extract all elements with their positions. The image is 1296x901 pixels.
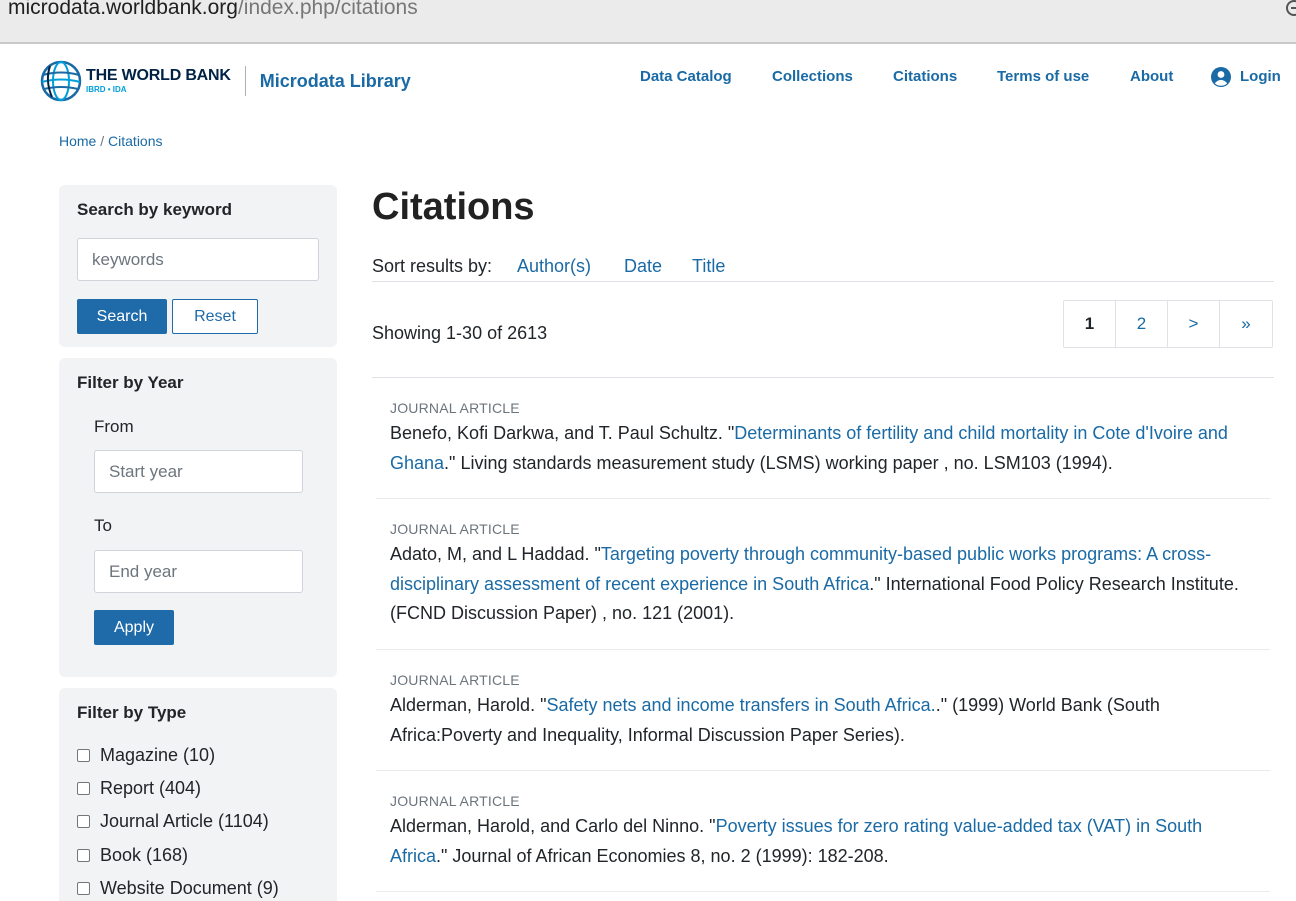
browser-address-bar[interactable]: microdata.worldbank.org/index.php/citati… — [0, 0, 1296, 44]
keyword-search-panel: Search by keyword keywords Search Reset — [59, 185, 337, 347]
page-title: Citations — [372, 186, 535, 228]
nav-login[interactable]: Login — [1240, 68, 1281, 85]
checkbox[interactable] — [77, 748, 90, 762]
type-filter-report[interactable]: Report (404) — [77, 777, 201, 799]
user-icon[interactable] — [1211, 67, 1231, 87]
main-nav: Data Catalog Collections Citations Terms… — [0, 67, 1296, 88]
citation-title-link[interactable]: Safety nets and income transfers in Sout… — [546, 695, 935, 715]
url-path: /index.php/citations — [237, 0, 418, 19]
citation-separator — [376, 770, 1270, 771]
citation-type: JOURNAL ARTICLE — [390, 793, 520, 809]
keyword-input[interactable]: keywords — [77, 238, 319, 281]
type-filter-website-document[interactable]: Website Document (9) — [77, 877, 279, 899]
breadcrumb-separator: / — [100, 133, 105, 149]
type-filter-magazine[interactable]: Magazine (10) — [77, 744, 215, 766]
citation-type: JOURNAL ARTICLE — [390, 400, 520, 416]
type-filter-label: Journal Article (1104) — [100, 810, 269, 831]
checkbox[interactable] — [77, 781, 90, 795]
start-year-input[interactable]: Start year — [94, 450, 303, 493]
sort-label: Sort results by: — [372, 256, 493, 276]
zoom-icon[interactable] — [1286, 0, 1296, 16]
sort-by-title[interactable]: Title — [692, 256, 725, 277]
page-1[interactable]: 1 — [1064, 301, 1116, 347]
citation-authors: Benefo, Kofi Darkwa, and T. Paul Schultz… — [390, 423, 735, 443]
citation-authors: Adato, M, and L Haddad. " — [390, 544, 601, 564]
breadcrumb: Home / Citations — [59, 133, 163, 149]
nav-terms-of-use[interactable]: Terms of use — [997, 68, 1089, 85]
citation-type: JOURNAL ARTICLE — [390, 672, 520, 688]
checkbox[interactable] — [77, 848, 90, 862]
type-filter-label: Book (168) — [100, 844, 189, 865]
divider — [372, 281, 1274, 282]
sort-row: Sort results by: Author(s) Date Title — [372, 256, 725, 277]
year-panel-title: Filter by Year — [77, 373, 184, 392]
citation-details: ." Living standards measurement study (L… — [444, 452, 1113, 473]
page-2[interactable]: 2 — [1116, 301, 1168, 347]
results-count: Showing 1-30 of 2613 — [372, 323, 548, 343]
breadcrumb-current[interactable]: Citations — [108, 133, 162, 149]
type-filter-label: Website Document (9) — [100, 877, 279, 898]
citation-separator — [376, 649, 1270, 650]
citation-separator — [376, 498, 1270, 499]
nav-data-catalog[interactable]: Data Catalog — [640, 68, 732, 85]
type-panel-title: Filter by Type — [77, 703, 187, 722]
citation-text: Alderman, Harold. "Safety nets and incom… — [390, 691, 1262, 750]
to-label: To — [94, 516, 112, 535]
keyword-panel-title: Search by keyword — [77, 200, 232, 219]
url-text[interactable]: microdata.worldbank.org/index.php/citati… — [8, 0, 418, 20]
nav-about[interactable]: About — [1130, 68, 1173, 85]
divider — [372, 377, 1274, 378]
citation-type: JOURNAL ARTICLE — [390, 521, 520, 537]
nav-collections[interactable]: Collections — [772, 68, 853, 85]
sort-by-authors[interactable]: Author(s) — [517, 256, 591, 277]
citation-details: ." Journal of African Economies 8, no. 2… — [436, 845, 889, 866]
year-filter-panel: Filter by Year From Start year To End ye… — [59, 358, 337, 677]
pagination: 1 2 > » — [1063, 300, 1273, 348]
nav-citations[interactable]: Citations — [893, 68, 957, 85]
page-last[interactable]: » — [1220, 301, 1272, 347]
page-next[interactable]: > — [1168, 301, 1220, 347]
citation-text: Benefo, Kofi Darkwa, and T. Paul Schultz… — [390, 419, 1262, 478]
from-label: From — [94, 417, 134, 436]
url-domain: microdata.worldbank.org — [8, 0, 238, 19]
type-filter-label: Magazine (10) — [100, 744, 216, 765]
type-filter-panel: Filter by Type Magazine (10) Report (404… — [59, 688, 337, 901]
type-filter-journal-article[interactable]: Journal Article (1104) — [77, 810, 269, 832]
type-filter-book[interactable]: Book (168) — [77, 844, 188, 866]
citation-separator — [376, 891, 1270, 892]
citation-text: Adato, M, and L Haddad. "Targeting pover… — [390, 540, 1262, 629]
end-year-input[interactable]: End year — [94, 550, 303, 593]
checkbox[interactable] — [77, 881, 90, 895]
citation-authors: Alderman, Harold, and Carlo del Ninno. " — [390, 816, 716, 836]
sort-by-date[interactable]: Date — [624, 256, 662, 277]
type-filter-label: Report (404) — [100, 777, 202, 798]
apply-button[interactable]: Apply — [94, 610, 174, 645]
citation-authors: Alderman, Harold. " — [390, 695, 547, 715]
site-header: THE WORLD BANK IBRD • IDA Microdata Libr… — [0, 46, 1296, 116]
search-button[interactable]: Search — [77, 299, 167, 334]
citation-text: Alderman, Harold, and Carlo del Ninno. "… — [390, 812, 1262, 871]
breadcrumb-home[interactable]: Home — [59, 133, 96, 149]
checkbox[interactable] — [77, 814, 90, 828]
reset-button[interactable]: Reset — [172, 299, 258, 334]
